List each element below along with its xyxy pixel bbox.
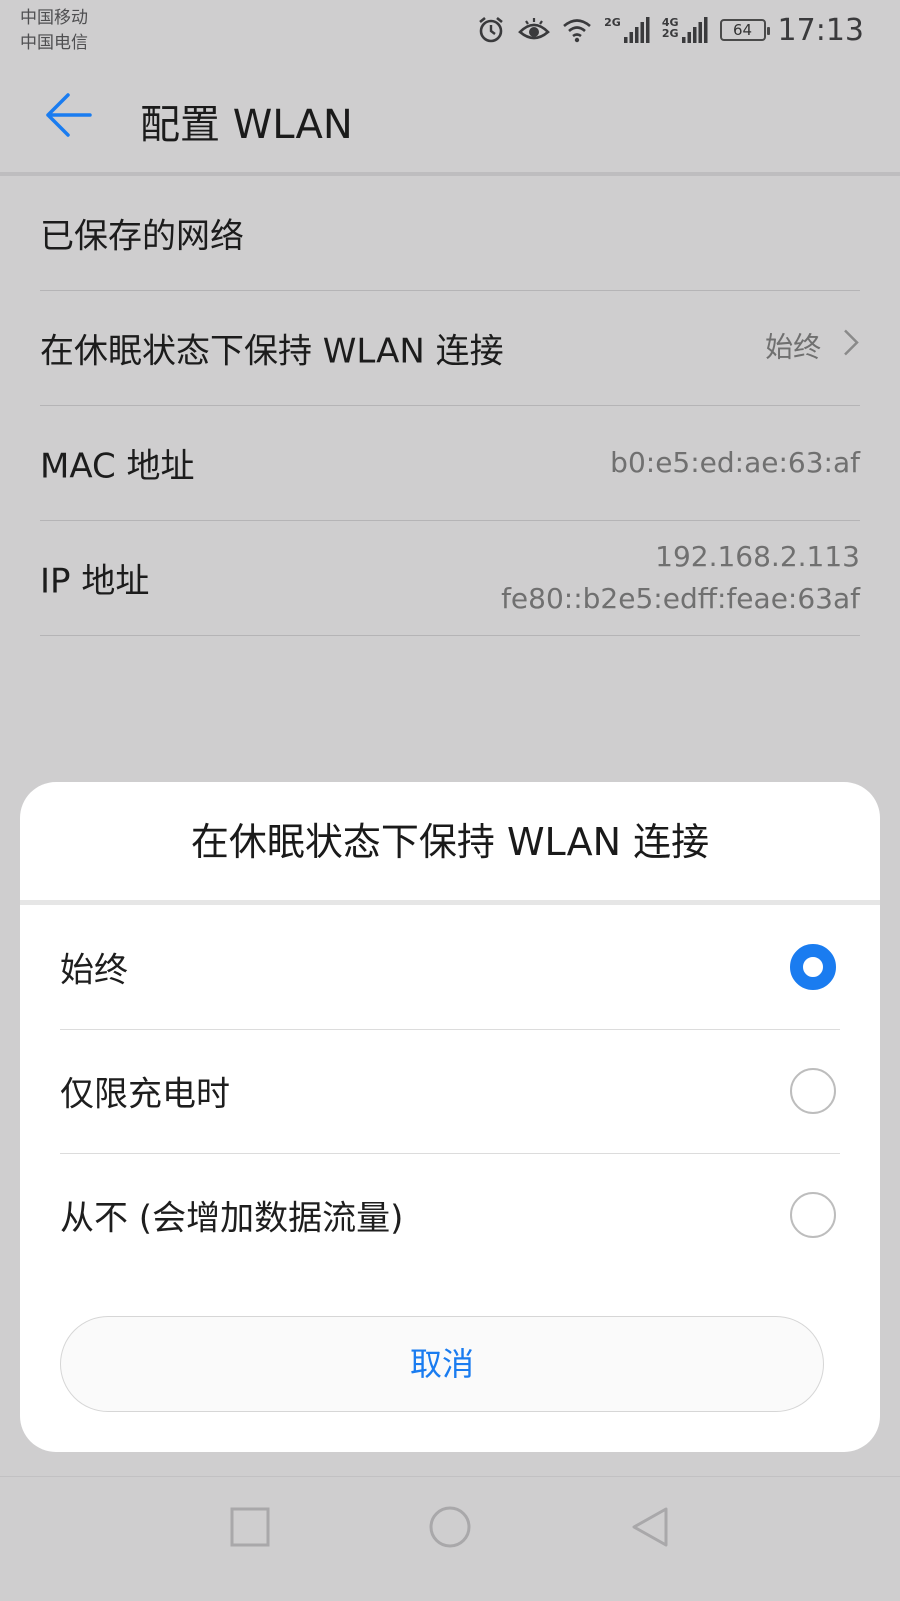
signal-icon: 2G [604,17,650,43]
status-bar: 中国移动 中国电信 2G 4G 2G 64 17:13 [0,0,900,60]
network-type-label: 2G [604,16,621,29]
cancel-button[interactable]: 取消 [60,1316,824,1412]
radio-unchecked[interactable] [790,1192,836,1238]
app-bar: 配置 WLAN [0,60,900,172]
keep-wlan-value: 始终 [765,330,822,364]
keep-wlan-dialog: 在休眠状态下保持 WLAN 连接 始终 仅限充电时 从不 (会增加数据流量) 取… [20,782,880,1452]
option-label: 仅限充电时 [60,1074,230,1115]
settings-list: 已保存的网络 在休眠状态下保持 WLAN 连接 始终 MAC 地址 b0:e5:… [40,176,860,636]
back-arrow-icon[interactable] [44,90,94,140]
row-label: 在休眠状态下保持 WLAN 连接 [40,331,504,372]
row-label: IP 地址 [40,561,150,602]
saved-networks-row[interactable]: 已保存的网络 [40,176,860,291]
row-value: 始终 [765,327,860,370]
alarm-icon [476,15,506,45]
row-label: 已保存的网络 [40,216,244,257]
mac-address-value: b0:e5:ed:ae:63:af [610,446,860,479]
ip-address-value: 192.168.2.113 fe80::b2e5:edff:feae:63af [501,536,860,620]
ip-address-row: IP 地址 192.168.2.113 fe80::b2e5:edff:feae… [40,521,860,636]
option-label: 从不 (会增加数据流量) [60,1198,404,1239]
option-charging-only[interactable]: 仅限充电时 [60,1029,840,1154]
row-label: MAC 地址 [40,446,195,487]
carrier-labels: 中国移动 中国电信 [20,6,88,56]
status-time: 17:13 [777,12,864,48]
ipv4-address: 192.168.2.113 [655,540,860,573]
wifi-icon [562,17,592,43]
signal-icon: 4G 2G [662,17,708,43]
carrier-1: 中国移动 [20,8,88,28]
option-always[interactable]: 始终 [60,905,840,1030]
radio-unchecked[interactable] [790,1068,836,1114]
radio-checked[interactable] [790,944,836,990]
recents-square-icon[interactable] [228,1505,272,1549]
carrier-2: 中国电信 [20,33,88,53]
mac-address-row: MAC 地址 b0:e5:ed:ae:63:af [40,406,860,521]
network-type-label: 2G [661,27,679,40]
keep-wlan-on-sleep-row[interactable]: 在休眠状态下保持 WLAN 连接 始终 [40,291,860,406]
dialog-title: 在休眠状态下保持 WLAN 连接 [190,820,710,864]
status-icons: 2G 4G 2G 64 17:13 [476,10,864,50]
ipv6-address: fe80::b2e5:edff:feae:63af [501,582,860,615]
back-triangle-icon[interactable] [628,1505,672,1549]
battery-icon: 64 [719,19,770,41]
option-label: 始终 [60,950,128,991]
navigation-bar [0,1476,900,1601]
home-circle-icon[interactable] [428,1505,472,1549]
chevron-right-icon [842,328,860,370]
page-title: 配置 WLAN [140,102,353,148]
option-never[interactable]: 从不 (会增加数据流量) [60,1153,840,1277]
eye-icon [518,16,551,44]
